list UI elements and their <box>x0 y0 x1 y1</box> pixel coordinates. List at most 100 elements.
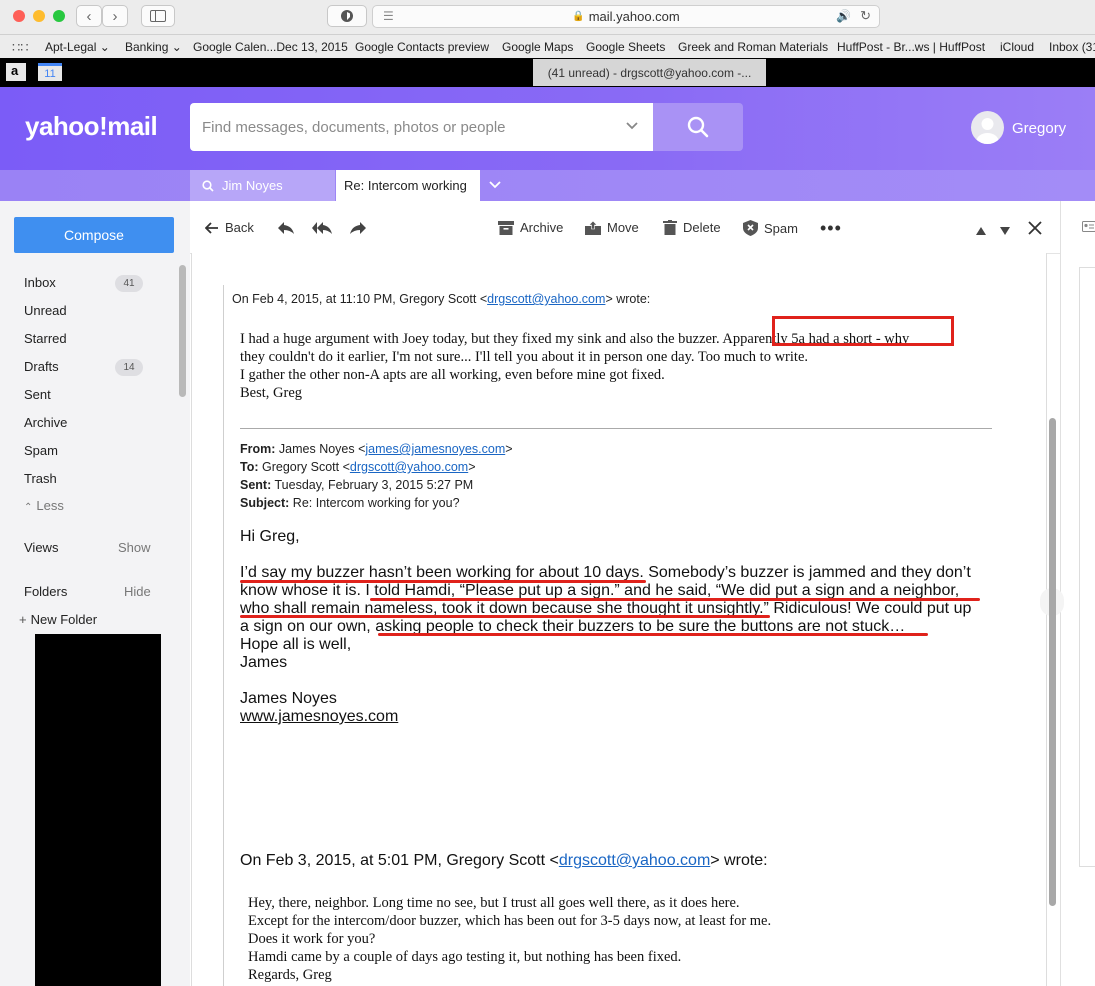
red-underline <box>378 633 928 636</box>
from-email-link[interactable]: james@jamesnoyes.com <box>365 442 505 456</box>
tab-message-intercom[interactable]: Re: Intercom working <box>336 170 480 201</box>
triangle-up-icon <box>976 227 986 235</box>
delete-button[interactable]: Delete <box>663 220 721 235</box>
new-folder-button[interactable]: + New Folder <box>19 612 97 627</box>
more-actions-button[interactable]: ••• <box>820 218 842 239</box>
active-browser-tab[interactable]: (41 unread) - drgscott@yahoo.com -... <box>533 59 766 86</box>
move-button[interactable]: Move <box>585 220 639 235</box>
tab-search-jim-noyes[interactable]: Jim Noyes <box>190 170 335 201</box>
inbox-count-badge: 41 <box>115 275 143 292</box>
views-heading: Views <box>24 540 59 555</box>
address-bar[interactable]: ☰ 🔒 mail.yahoo.com 🔊 ↻ <box>372 5 880 28</box>
bookmark-google-calendar[interactable]: Google Calen...Dec 13, 2015 <box>193 40 348 54</box>
reply-all-icon <box>312 222 332 234</box>
sidebar-item-trash[interactable]: Trash <box>24 471 57 486</box>
reply-all-button[interactable] <box>311 220 333 236</box>
reply-button[interactable] <box>276 220 296 236</box>
arrow-left-icon <box>205 221 218 234</box>
yahoo-mail-logo[interactable]: yahoo!mail <box>25 111 158 142</box>
email-link[interactable]: drgscott@yahoo.com <box>487 292 605 306</box>
close-message-button[interactable] <box>1028 221 1042 240</box>
lock-icon: 🔒 <box>572 11 585 22</box>
forward-nav-button[interactable]: › <box>102 5 128 27</box>
close-window-button[interactable] <box>13 10 25 22</box>
reader-icon[interactable]: ☰ <box>383 9 394 23</box>
archive-button[interactable]: Archive <box>498 220 563 235</box>
tabs-chevron-down-icon[interactable] <box>489 181 501 189</box>
spam-button[interactable]: Spam <box>743 220 798 236</box>
privacy-shield-button[interactable] <box>327 5 367 27</box>
search-input[interactable]: Find messages, documents, photos or peop… <box>190 103 654 151</box>
redacted-folder-list <box>35 634 161 986</box>
forward-button[interactable] <box>348 220 368 236</box>
bookmark-greek-roman[interactable]: Greek and Roman Materials <box>678 40 828 54</box>
zoom-window-button[interactable] <box>53 10 65 22</box>
contacts-card-icon[interactable] <box>1082 221 1095 232</box>
tab-label: Re: Intercom working <box>344 178 467 193</box>
bookmark-google-sheets[interactable]: Google Sheets <box>586 40 665 54</box>
shield-icon <box>341 10 353 22</box>
bookmark-google-maps[interactable]: Google Maps <box>502 40 573 54</box>
archive-icon <box>498 220 514 235</box>
minimize-window-button[interactable] <box>33 10 45 22</box>
signature-website-link[interactable]: www.jamesnoyes.com <box>240 708 398 726</box>
close-icon <box>1028 221 1042 235</box>
compose-button[interactable]: Compose <box>14 217 174 253</box>
bookmark-banking[interactable]: Banking ⌄ <box>125 40 182 54</box>
trash-icon <box>663 220 677 235</box>
previous-message-button[interactable] <box>976 222 986 240</box>
grid-icon[interactable]: ∷∷ <box>12 40 29 56</box>
search-placeholder: Find messages, documents, photos or peop… <box>202 118 506 136</box>
to-email-link[interactable]: drgscott@yahoo.com <box>350 460 468 474</box>
sidebar-item-spam[interactable]: Spam <box>24 443 58 458</box>
quote-line: Regards, Greg <box>248 967 332 983</box>
user-name[interactable]: Gregory <box>1012 120 1066 137</box>
signature-name: James Noyes <box>240 690 337 707</box>
sidebar-item-archive[interactable]: Archive <box>24 415 67 430</box>
bookmark-huffpost[interactable]: HuffPost - Br...ws | HuffPost <box>837 40 985 54</box>
back-button[interactable]: Back <box>205 220 254 235</box>
bookmark-icloud[interactable]: iCloud <box>1000 40 1034 54</box>
back-nav-button[interactable]: ‹ <box>76 5 102 27</box>
chevron-down-icon[interactable] <box>626 122 638 130</box>
calendar-pinned-tab[interactable]: 11 <box>38 63 62 81</box>
greeting: Hi Greg, <box>240 528 300 545</box>
next-message-button[interactable] <box>1000 222 1010 240</box>
red-underline <box>240 615 770 618</box>
sidebar-toggle-button[interactable] <box>141 5 175 27</box>
message-scrollbar[interactable] <box>1049 418 1056 906</box>
reload-icon[interactable]: ↻ <box>860 8 871 24</box>
plus-icon: + <box>19 612 27 627</box>
body-line: James <box>240 654 288 671</box>
amazon-icon: a <box>11 63 19 78</box>
folders-hide-link[interactable]: Hide <box>124 584 151 599</box>
spam-shield-icon <box>743 220 758 236</box>
email-link[interactable]: drgscott@yahoo.com <box>559 852 710 869</box>
sidebar-item-inbox[interactable]: Inbox <box>24 275 56 290</box>
sidebar-item-sent[interactable]: Sent <box>24 387 51 402</box>
quote-line: Does it work for you? <box>248 931 376 947</box>
avatar[interactable] <box>971 111 1004 144</box>
divider <box>240 428 992 429</box>
bookmark-apt-legal[interactable]: Apt-Legal ⌄ <box>45 40 110 54</box>
speaker-icon[interactable]: 🔊 <box>836 9 851 23</box>
bookmark-google-contacts[interactable]: Google Contacts preview <box>355 40 489 54</box>
chevron-left-icon: ‹ <box>86 7 92 25</box>
sidebar-item-unread[interactable]: Unread <box>24 303 67 318</box>
chevron-right-icon: › <box>112 7 118 25</box>
amazon-pinned-tab[interactable]: a <box>6 63 26 81</box>
bookmark-inbox[interactable]: Inbox (31 <box>1049 40 1095 54</box>
forwarded-headers: From: James Noyes <james@jamesnoyes.com>… <box>240 442 513 510</box>
search-icon <box>687 116 709 138</box>
sidebar-less-toggle[interactable]: ⌃ Less <box>24 498 64 513</box>
sidebar-item-drafts[interactable]: Drafts <box>24 359 59 374</box>
sidebar-item-starred[interactable]: Starred <box>24 331 67 346</box>
views-show-link[interactable]: Show <box>118 540 151 555</box>
red-underline <box>370 598 980 601</box>
sidebar-scrollbar[interactable] <box>179 265 186 397</box>
quote-line: they couldn't do it earlier, I'm not sur… <box>240 349 808 365</box>
sidebar-icon <box>150 10 166 22</box>
forward-icon <box>350 222 366 234</box>
search-button[interactable] <box>653 103 743 151</box>
tab-label: Jim Noyes <box>222 178 283 193</box>
